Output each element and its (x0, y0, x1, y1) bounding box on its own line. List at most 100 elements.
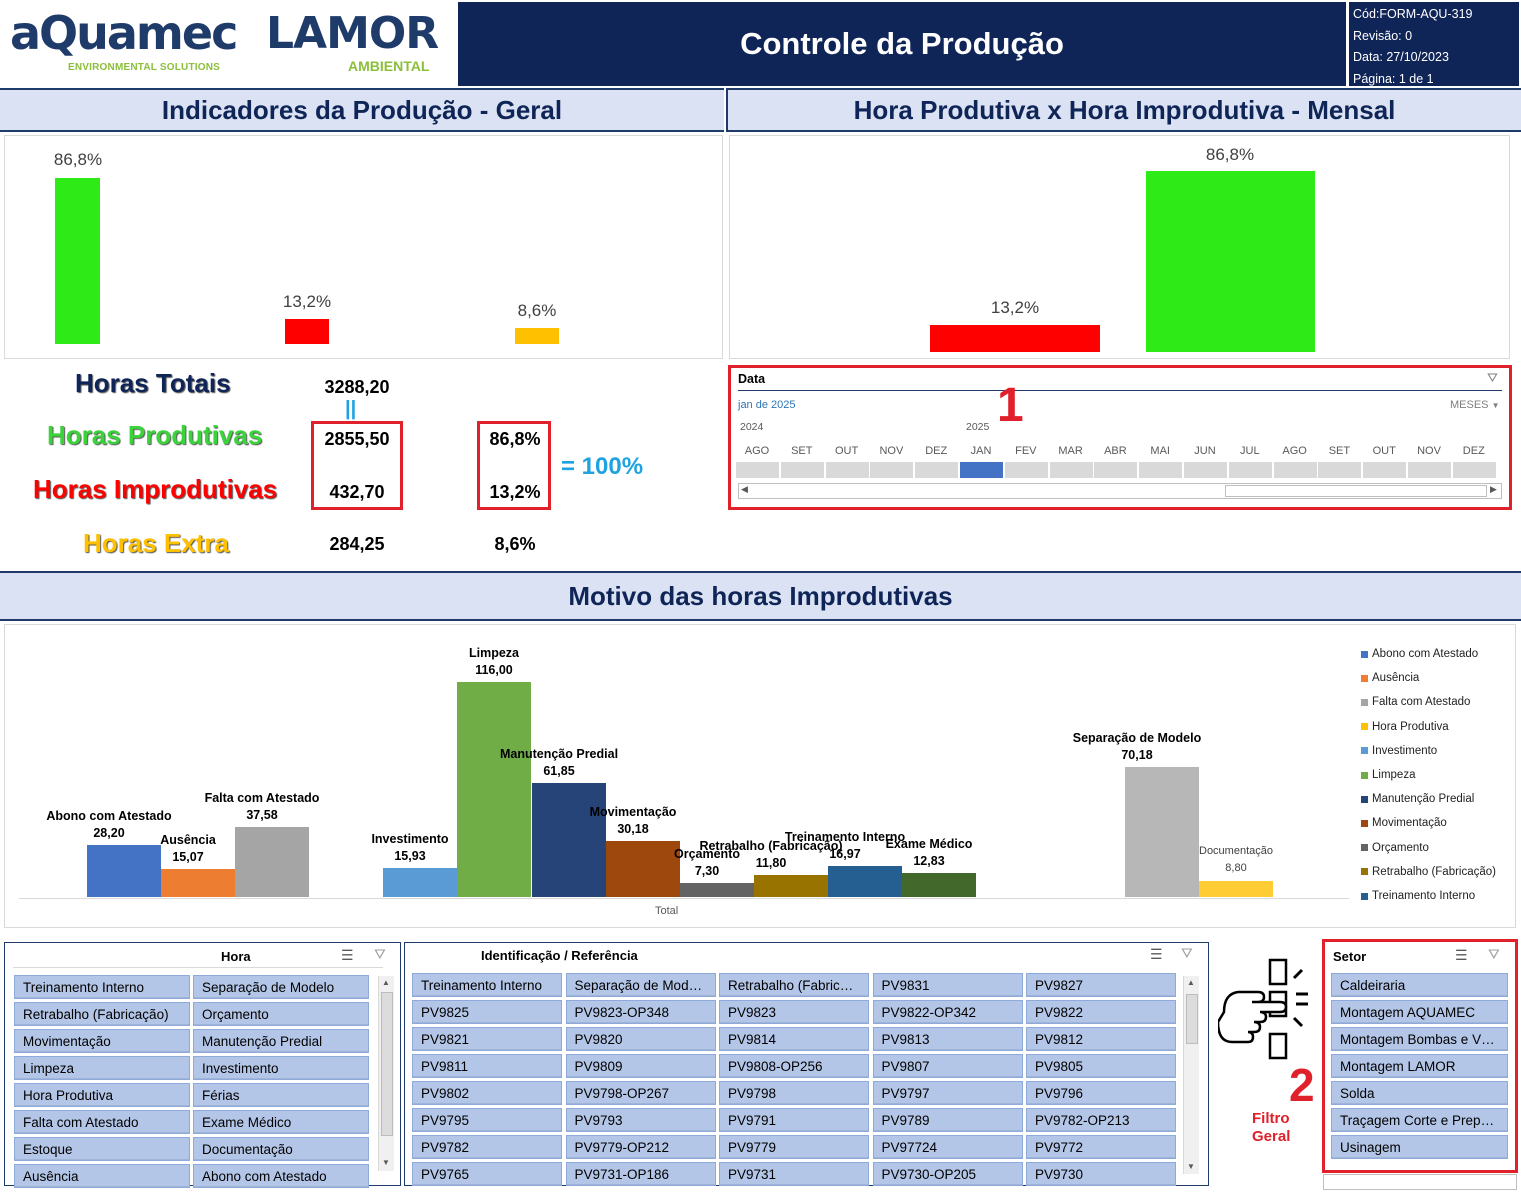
slicer-setor-item[interactable]: Caldeiraria (1331, 973, 1508, 997)
timeline-slicer[interactable]: Data ⛛ jan de 2025 MESES ▼ 1 2024 2025 A… (728, 365, 1512, 510)
slicer-ident-item[interactable]: PV9807 (872, 1054, 1023, 1078)
slicer-ident-item[interactable]: PV9820 (565, 1027, 716, 1051)
slicer-ident-item[interactable]: PV9808-OP256 (719, 1054, 869, 1078)
slicer-hora-item[interactable]: Falta com Atestado (14, 1110, 190, 1134)
slicer-ident-item[interactable]: PV9731-OP186 (565, 1162, 716, 1186)
slicer-ident-item[interactable]: PV9779-OP212 (565, 1135, 716, 1159)
timeline-month-cell[interactable] (1318, 462, 1362, 478)
timeline-month-cell[interactable] (1228, 462, 1272, 478)
slicer-ident-item[interactable]: PV9823 (719, 1000, 869, 1024)
slicer-ident-item[interactable]: PV9730-OP205 (872, 1162, 1023, 1186)
slicer-ident-item[interactable]: PV9811 (412, 1054, 562, 1078)
slicer-ident-item[interactable]: PV9827 (1026, 973, 1176, 997)
clear-filter-icon[interactable]: ⛛ (374, 946, 386, 963)
timeline-month-cell[interactable] (1184, 462, 1227, 478)
timeline-month-cell[interactable] (870, 462, 914, 478)
slicer-hora-item[interactable]: Separação de Modelo (193, 975, 369, 999)
slicer-ident-item[interactable]: PV9782-OP213 (1026, 1108, 1176, 1132)
scroll-thumb[interactable] (1225, 485, 1487, 497)
slicer-ident-item[interactable]: PV9765 (412, 1162, 562, 1186)
slicer-hora-item[interactable]: Orçamento (193, 1002, 369, 1026)
slicer-ident-item[interactable]: PV9821 (412, 1027, 562, 1051)
slicer-ident-item[interactable]: PV9793 (565, 1108, 716, 1132)
slicer-hora-item[interactable]: Retrabalho (Fabricação) (14, 1002, 190, 1026)
slicer-ident-item[interactable]: PV9802 (412, 1081, 562, 1105)
slicer-ident-item[interactable]: PV9822 (1026, 1000, 1176, 1024)
timeline-month-cell[interactable] (780, 462, 824, 478)
slicer-ident-item[interactable]: PV9731 (719, 1162, 869, 1186)
slicer-ident-item[interactable]: Retrabalho (Fabricaç... (719, 973, 869, 997)
slicer-ident-item[interactable]: PV9825 (412, 1000, 562, 1024)
timeline-month-cell[interactable] (915, 462, 959, 478)
scroll-thumb[interactable] (381, 992, 393, 1136)
slicer-ident-item[interactable]: PV9730 (1026, 1162, 1176, 1186)
scroll-right-icon[interactable]: ▶ (1490, 484, 1497, 495)
slicer-ident-item[interactable]: PV9798 (719, 1081, 869, 1105)
slicer-setor-item[interactable]: Montagem LAMOR (1331, 1054, 1508, 1078)
slicer-hora-item[interactable]: Abono com Atestado (193, 1164, 369, 1188)
slicer-hora-item[interactable]: Movimentação (14, 1029, 190, 1053)
slicer-ident-item[interactable]: PV9798-OP267 (565, 1081, 716, 1105)
clear-filter-icon[interactable]: ⛛ (1181, 945, 1193, 962)
slicer-hora-item[interactable]: Exame Médico (193, 1110, 369, 1134)
slicer-hora-item[interactable]: Limpeza (14, 1056, 190, 1080)
slicer-ident-scrollbar[interactable]: ▲ ▼ (1183, 976, 1199, 1174)
slicer-ident-item[interactable]: Separação de Modelo (565, 973, 716, 997)
slicer-ident-item[interactable]: PV9779 (719, 1135, 869, 1159)
slicer-hora-scrollbar[interactable]: ▲ ▼ (378, 976, 394, 1171)
slicer-hora-item[interactable]: Estoque (14, 1137, 190, 1161)
slicer-ident-item[interactable]: PV9795 (412, 1108, 562, 1132)
slicer-setor-item[interactable]: Traçagem Corte e Prepa... (1331, 1108, 1508, 1132)
timeline-month-cell[interactable] (1273, 462, 1317, 478)
slicer-hora-item[interactable]: Ausência (14, 1164, 190, 1188)
timeline-month-cell[interactable] (1139, 462, 1183, 478)
slicer-hora-item[interactable]: Manutenção Predial (193, 1029, 369, 1053)
slicer-ident-item[interactable]: PV97724 (872, 1135, 1023, 1159)
scroll-thumb[interactable] (1186, 994, 1198, 1044)
scroll-down-icon[interactable]: ▼ (1187, 1162, 1195, 1171)
multi-select-icon[interactable]: ☰ (1150, 946, 1163, 963)
slicer-hora-item[interactable]: Investimento (193, 1056, 369, 1080)
slicer-ident-item[interactable]: PV9813 (872, 1027, 1023, 1051)
slicer-setor-item[interactable]: Montagem AQUAMEC (1331, 1000, 1508, 1024)
slicer-setor-item[interactable]: Solda (1331, 1081, 1508, 1105)
scroll-down-icon[interactable]: ▼ (382, 1158, 390, 1167)
slicer-ident-item[interactable]: PV9796 (1026, 1081, 1176, 1105)
timeline-month-cell[interactable] (736, 462, 779, 478)
slicer-ident-item[interactable]: PV9814 (719, 1027, 869, 1051)
scroll-up-icon[interactable]: ▲ (382, 978, 390, 987)
timeline-month-cell[interactable] (1452, 462, 1496, 478)
clear-filter-icon[interactable]: ⛛ (1487, 370, 1498, 386)
timeline-level-dropdown[interactable]: MESES ▼ (1450, 399, 1500, 411)
slicer-ident-item[interactable]: PV9812 (1026, 1027, 1176, 1051)
scroll-left-icon[interactable]: ◀ (741, 484, 748, 495)
clear-filter-icon[interactable]: ⛛ (1488, 946, 1500, 963)
slicer-ident-item[interactable]: PV9791 (719, 1108, 869, 1132)
timeline-month-cell[interactable] (960, 462, 1003, 478)
slicer-hora-item[interactable]: Treinamento Interno (14, 975, 190, 999)
slicer-hora-item[interactable]: Hora Produtiva (14, 1083, 190, 1107)
slicer-ident-item[interactable]: PV9831 (872, 973, 1023, 997)
slicer-hora-item[interactable]: Documentação (193, 1137, 369, 1161)
slicer-ident-item[interactable]: PV9789 (872, 1108, 1023, 1132)
slicer-ident-item[interactable]: PV9772 (1026, 1135, 1176, 1159)
slicer-ident-item[interactable]: PV9809 (565, 1054, 716, 1078)
timeline-scrollbar[interactable]: ◀ ▶ (738, 483, 1502, 499)
timeline-month-cell[interactable] (1049, 462, 1093, 478)
multi-select-icon[interactable]: ☰ (1455, 947, 1468, 964)
slicer-hora-item[interactable]: Férias (193, 1083, 369, 1107)
multi-select-icon[interactable]: ☰ (341, 947, 354, 964)
timeline-month-cell[interactable] (1094, 462, 1138, 478)
timeline-month-cell[interactable] (1408, 462, 1451, 478)
slicer-ident-item[interactable]: PV9822-OP342 (872, 1000, 1023, 1024)
slicer-ident-item[interactable]: PV9805 (1026, 1054, 1176, 1078)
slicer-setor-item[interactable]: Usinagem (1331, 1135, 1508, 1159)
timeline-month-cell[interactable] (825, 462, 869, 478)
slicer-setor-item[interactable]: Montagem Bombas e Vá... (1331, 1027, 1508, 1051)
scroll-up-icon[interactable]: ▲ (1187, 978, 1195, 987)
timeline-month-cell[interactable] (1363, 462, 1407, 478)
timeline-month-cell[interactable] (1004, 462, 1048, 478)
slicer-ident-item[interactable]: Treinamento Interno (412, 973, 562, 997)
slicer-ident-item[interactable]: PV9797 (872, 1081, 1023, 1105)
slicer-ident-item[interactable]: PV9823-OP348 (565, 1000, 716, 1024)
